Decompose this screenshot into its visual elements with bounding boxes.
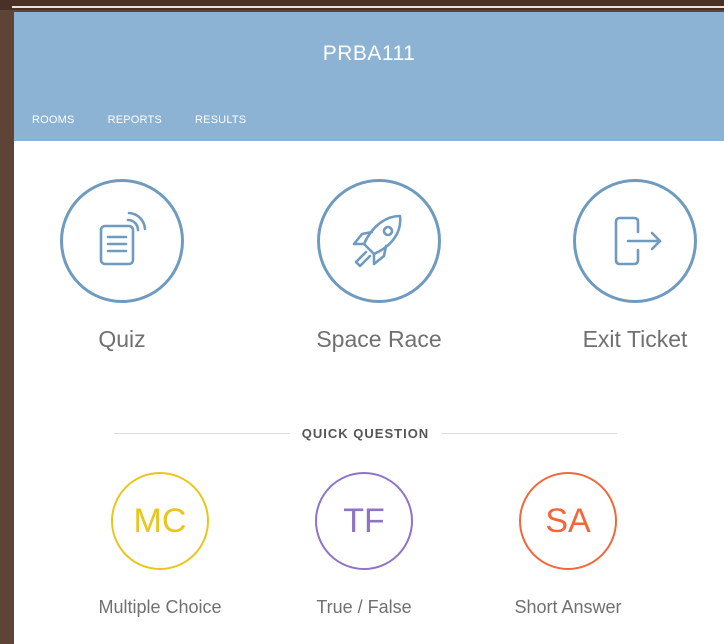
quick-multiple-choice[interactable]: MC Multiple Choice [70, 472, 250, 632]
mc-abbr: MC [133, 501, 187, 540]
activity-space-race[interactable]: Space Race [294, 179, 464, 369]
activity-quiz-label: Quiz [98, 326, 146, 352]
divider-rule-left [114, 433, 290, 434]
activity-exit-ticket[interactable]: Exit Ticket [550, 179, 720, 369]
nav-rooms[interactable]: ROOMS [32, 114, 75, 134]
quick-question-divider: QUICK QUESTION [114, 426, 617, 441]
header: PRBA111 ROOMS REPORTS RESULTS [14, 12, 724, 141]
room-title: PRBA111 [322, 42, 416, 65]
top-nav: ROOMS REPORTS RESULTS [14, 114, 279, 134]
activity-quiz[interactable]: Quiz [37, 179, 207, 369]
tf-circle: TF [315, 472, 413, 570]
tf-abbr: TF [343, 501, 385, 540]
quiz-tablet-icon [99, 211, 147, 266]
sa-label: Short Answer [514, 597, 622, 617]
left-edge-bar [0, 10, 14, 644]
quick-question-heading: QUICK QUESTION [301, 426, 430, 441]
sa-abbr: SA [545, 501, 591, 540]
top-divider-line [12, 6, 724, 8]
rocket-icon [352, 214, 402, 268]
window-top-strip [0, 0, 724, 10]
nav-results[interactable]: RESULTS [195, 114, 246, 134]
mc-label: Multiple Choice [98, 597, 222, 617]
quick-short-answer[interactable]: SA Short Answer [478, 472, 658, 632]
divider-rule-right [441, 433, 617, 434]
space-race-circle [317, 179, 441, 303]
quiz-circle [60, 179, 184, 303]
sa-circle: SA [519, 472, 617, 570]
nav-reports[interactable]: REPORTS [108, 114, 162, 134]
exit-ticket-circle [573, 179, 697, 303]
exit-door-icon [614, 216, 662, 266]
quick-true-false[interactable]: TF True / False [274, 472, 454, 632]
app-panel: PRBA111 ROOMS REPORTS RESULTS Quiz Space… [14, 12, 724, 644]
tf-label: True / False [316, 597, 412, 617]
activity-space-race-label: Space Race [316, 326, 442, 352]
activity-exit-ticket-label: Exit Ticket [582, 326, 688, 352]
mc-circle: MC [111, 472, 209, 570]
